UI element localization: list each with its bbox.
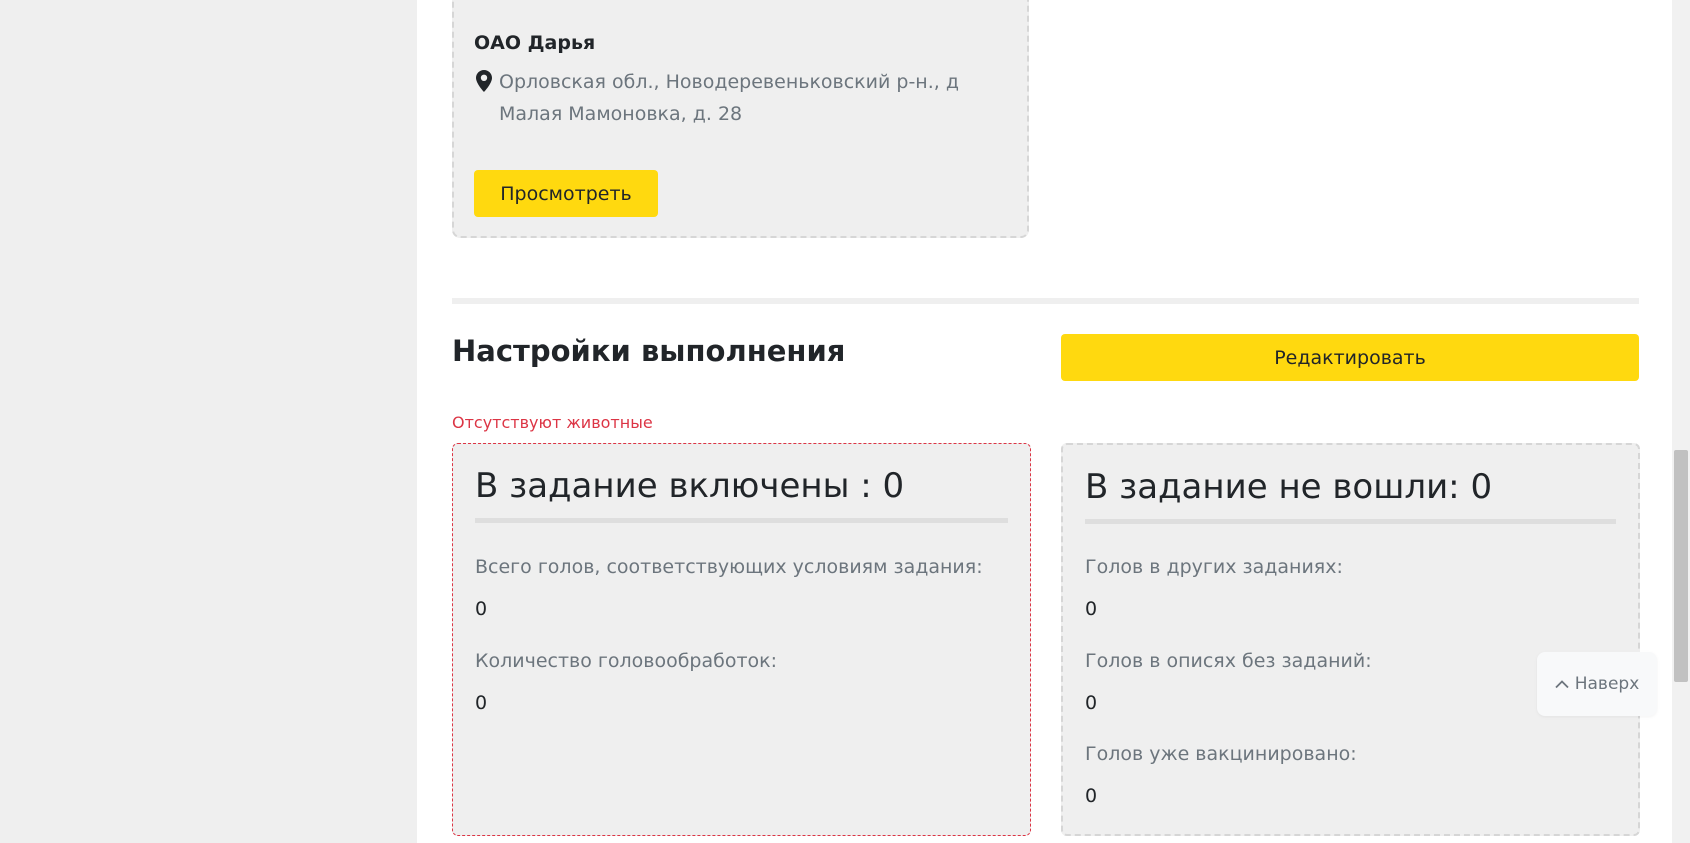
- view-button[interactable]: Просмотреть: [474, 170, 658, 217]
- stat-label-vaccinated: Голов уже вакцинировано:: [1085, 743, 1357, 765]
- section-divider: [452, 298, 1639, 304]
- excluded-underline: [1085, 519, 1616, 524]
- map-pin-icon: [476, 70, 492, 92]
- stat-value-treatments: 0: [475, 692, 488, 714]
- stat-label-total-heads: Всего голов, соответствующих условиям за…: [475, 556, 983, 578]
- edit-button[interactable]: Редактировать: [1061, 334, 1639, 381]
- included-title: В задание включены : 0: [475, 466, 905, 506]
- excluded-title: В задание не вошли: 0: [1085, 467, 1493, 507]
- excluded-panel: В задание не вошли: 0 Голов в других зад…: [1061, 443, 1640, 836]
- stat-value-other-tasks: 0: [1085, 598, 1098, 620]
- farm-address: Орловская обл., Новодеревеньковский р-н.…: [499, 71, 959, 125]
- section-title: Настройки выполнения: [452, 334, 846, 368]
- back-to-top-label: Наверх: [1574, 674, 1640, 694]
- scrollbar-track[interactable]: [1672, 0, 1690, 843]
- stat-value-no-task-inventories: 0: [1085, 692, 1098, 714]
- chevron-up-icon: [1555, 680, 1569, 689]
- back-to-top-button[interactable]: Наверх: [1537, 652, 1657, 716]
- error-message: Отсутствуют животные: [452, 413, 653, 432]
- included-underline: [475, 518, 1008, 523]
- farm-name: ОАО Дарья: [474, 32, 596, 54]
- stat-label-other-tasks: Голов в других заданиях:: [1085, 556, 1343, 578]
- scrollbar-thumb[interactable]: [1674, 450, 1688, 682]
- stat-value-vaccinated: 0: [1085, 785, 1098, 807]
- stat-label-no-task-inventories: Голов в описях без заданий:: [1085, 650, 1372, 672]
- stat-label-treatments: Количество головообработок:: [475, 650, 778, 672]
- stat-value-total-heads: 0: [475, 598, 488, 620]
- included-panel: В задание включены : 0 Всего голов, соот…: [452, 443, 1031, 836]
